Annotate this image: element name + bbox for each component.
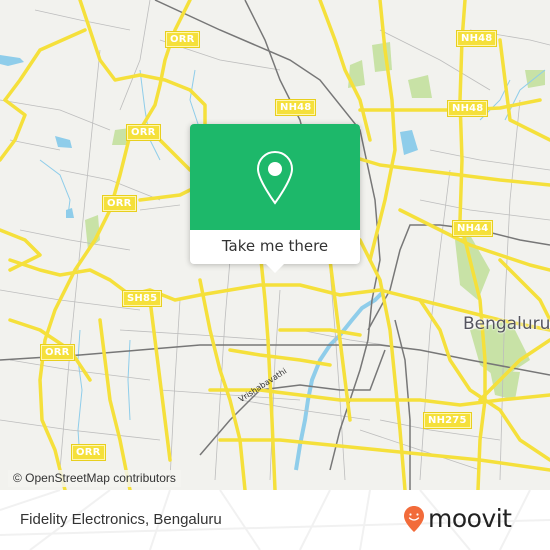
map-pin-icon bbox=[256, 150, 294, 205]
moovit-smiley-pin-icon bbox=[404, 506, 424, 532]
road-shield-orr: ORR bbox=[40, 344, 75, 361]
road-shield-orr: ORR bbox=[126, 124, 161, 141]
popup-pointer bbox=[266, 264, 284, 273]
location-popup: Take me there bbox=[190, 124, 360, 273]
place-name: Fidelity Electronics, Bengaluru bbox=[20, 511, 222, 528]
road-shield-sh85: SH85 bbox=[121, 290, 163, 307]
road-shield-nh48: NH48 bbox=[455, 30, 498, 47]
road-shield-nh275: NH275 bbox=[423, 412, 472, 429]
road-shield-nh44: NH44 bbox=[451, 220, 494, 237]
map-view[interactable]: ORR ORR ORR ORR ORR NH48 NH48 NH48 NH44 … bbox=[0, 0, 550, 490]
road-shield-nh48: NH48 bbox=[446, 100, 489, 117]
osm-attribution[interactable]: © OpenStreetMap contributors bbox=[8, 470, 181, 487]
road-shield-orr: ORR bbox=[102, 195, 137, 212]
footer-bar: Fidelity Electronics, Bengaluru moovit bbox=[0, 490, 550, 550]
moovit-wordmark: moovit bbox=[428, 504, 512, 533]
city-label: Bengaluru bbox=[463, 314, 550, 334]
popup-header bbox=[190, 124, 360, 230]
road-shield-nh48: NH48 bbox=[274, 99, 317, 116]
take-me-there-button[interactable]: Take me there bbox=[190, 230, 360, 264]
road-shield-orr: ORR bbox=[165, 31, 200, 48]
moovit-logo[interactable]: moovit bbox=[403, 505, 512, 533]
road-shield-orr: ORR bbox=[71, 444, 106, 461]
